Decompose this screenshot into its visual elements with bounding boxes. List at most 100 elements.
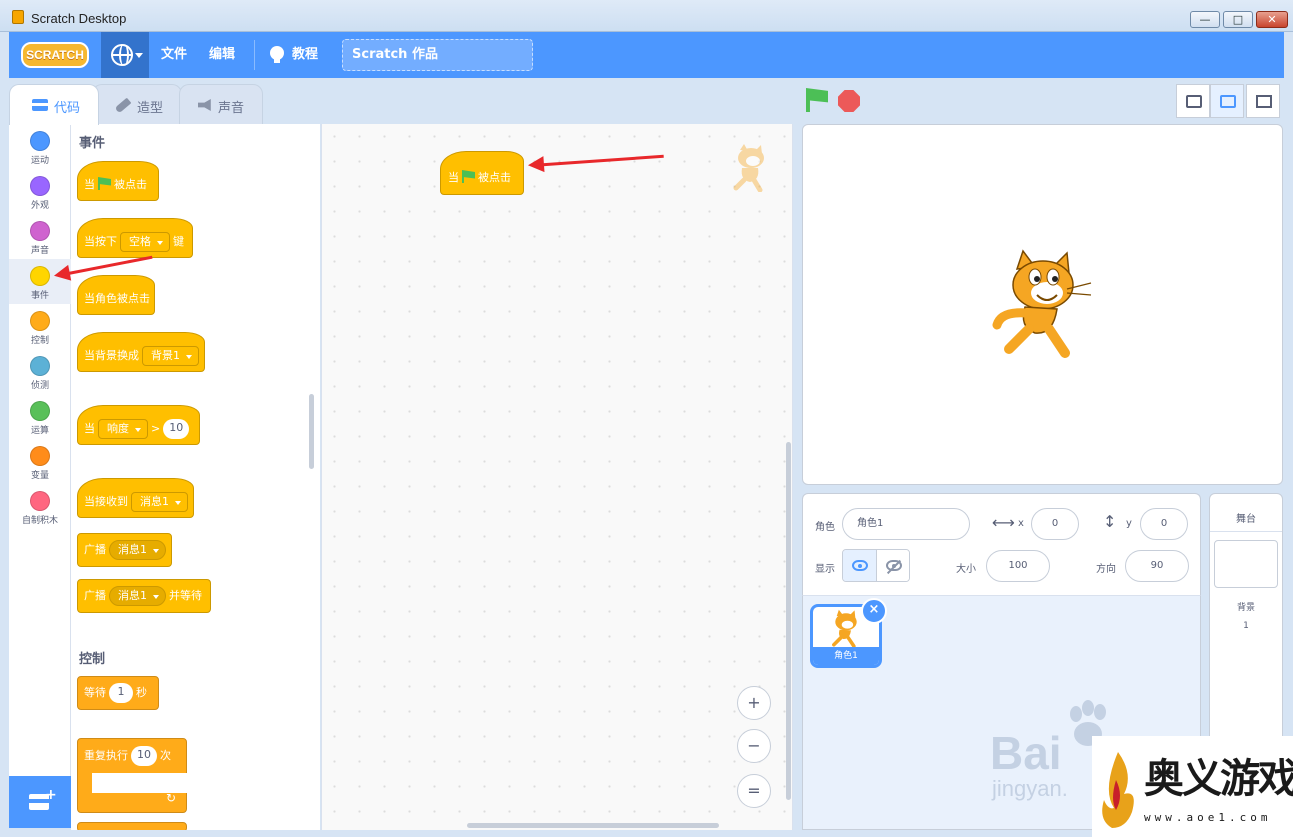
jingyan-text: jingyan.: [992, 776, 1068, 801]
seconds-input[interactable]: 1: [109, 683, 133, 703]
category-variables[interactable]: 变量: [9, 439, 71, 484]
category-dot: [30, 491, 50, 511]
baidu-text: Bai: [990, 727, 1062, 779]
category-sound[interactable]: 声音: [9, 214, 71, 259]
tab-sounds[interactable]: 声音: [179, 84, 263, 124]
block-text: 次: [160, 749, 171, 762]
tutorials-menu[interactable]: 教程: [292, 32, 318, 78]
workspace-vertical-scrollbar[interactable]: [786, 442, 791, 800]
when-flag-clicked-block[interactable]: 当 被点击: [77, 161, 159, 201]
message-dropdown[interactable]: 消息1: [109, 586, 166, 606]
edit-menu[interactable]: 编辑: [209, 32, 235, 78]
wait-seconds-block[interactable]: 等待 1 秒: [77, 676, 159, 710]
cat-sprite[interactable]: [991, 249, 1095, 361]
category-label: 变量: [30, 471, 49, 481]
backdrops-label: 背景: [1236, 603, 1255, 613]
broadcast-and-wait-block[interactable]: 广播 消息1 并等待: [77, 579, 211, 613]
tab-costumes[interactable]: 造型: [92, 84, 182, 124]
broadcast-block[interactable]: 广播 消息1: [77, 533, 172, 567]
tab-code[interactable]: 代码: [9, 84, 99, 125]
tab-label: 声音: [218, 101, 245, 116]
when-key-pressed-block[interactable]: 当按下 空格键: [77, 218, 193, 258]
block-text: >: [151, 422, 161, 435]
message-dropdown[interactable]: 消息1: [109, 540, 166, 560]
palette-scrollbar[interactable]: [309, 394, 314, 469]
repeat-block[interactable]: 重复执行 10 次 ↻: [77, 738, 188, 813]
when-sprite-clicked-block[interactable]: 当角色被点击: [77, 275, 155, 315]
scratch-app-icon: [12, 10, 24, 24]
category-label: 声音: [30, 246, 49, 256]
menu-divider: [254, 40, 255, 70]
small-stage-button[interactable]: [1176, 84, 1210, 118]
scratch-logo[interactable]: SCRATCH: [21, 42, 89, 68]
y-arrow-icon: ↕: [1103, 512, 1117, 531]
add-extension-button[interactable]: +: [9, 776, 71, 828]
divider: [1210, 531, 1282, 532]
sensor-dropdown[interactable]: 响度: [98, 419, 148, 439]
key-dropdown[interactable]: 空格: [120, 232, 170, 252]
zoom-out-button[interactable]: −: [737, 729, 771, 763]
category-dot: [30, 446, 50, 466]
stage-canvas[interactable]: [802, 124, 1283, 485]
category-my-blocks[interactable]: 自制积木: [9, 484, 71, 529]
minimize-button[interactable]: —: [1190, 11, 1220, 28]
zoom-in-button[interactable]: +: [737, 686, 771, 720]
block-text: 键: [173, 235, 184, 248]
control-heading: 控制: [79, 652, 106, 667]
stop-button[interactable]: [838, 90, 860, 112]
maximize-button[interactable]: □: [1223, 11, 1253, 28]
delete-sprite-button[interactable]: [861, 598, 887, 624]
project-title-input[interactable]: Scratch 作品: [342, 39, 533, 71]
category-dot: [30, 356, 50, 376]
y-input[interactable]: 0: [1140, 508, 1188, 540]
hide-sprite-button[interactable]: [877, 550, 909, 581]
block-text: 重复执行: [84, 749, 128, 762]
flame-logo-icon: [1102, 752, 1134, 828]
script-workspace[interactable]: 当 被点击 + − =: [321, 124, 793, 830]
file-menu[interactable]: 文件: [161, 32, 187, 78]
green-flag-button[interactable]: [806, 88, 828, 112]
category-control[interactable]: 控制: [9, 304, 71, 349]
category-dot: [30, 311, 50, 331]
category-sensing[interactable]: 侦测: [9, 349, 71, 394]
direction-input[interactable]: 90: [1125, 550, 1189, 582]
window-title-bar: Scratch Desktop — □ ✕: [0, 0, 1293, 32]
eye-icon: [852, 560, 868, 571]
size-input[interactable]: 100: [986, 550, 1050, 582]
zoom-reset-button[interactable]: =: [737, 774, 771, 808]
backdrop-dropdown[interactable]: 背景1: [142, 346, 199, 366]
sprite-name-input[interactable]: 角色1: [842, 508, 970, 540]
block-text: 被点击: [478, 171, 511, 184]
close-icon: ✕: [1267, 13, 1277, 26]
fullscreen-icon: [1256, 95, 1272, 108]
forever-block[interactable]: [77, 822, 187, 830]
when-backdrop-switches-block[interactable]: 当背景换成 背景1: [77, 332, 205, 372]
workspace-horizontal-scrollbar[interactable]: [467, 823, 719, 828]
category-looks[interactable]: 外观: [9, 169, 71, 214]
category-label: 事件: [30, 291, 49, 301]
stage-title: 舞台: [1236, 514, 1256, 525]
show-sprite-button[interactable]: [843, 550, 877, 581]
close-button[interactable]: ✕: [1256, 11, 1288, 28]
large-stage-button[interactable]: [1210, 84, 1244, 118]
when-flag-clicked-script[interactable]: 当 被点击: [440, 151, 524, 195]
x-arrow-icon: ⟷: [992, 513, 1015, 532]
category-label: 自制积木: [21, 516, 58, 526]
repeat-count-input[interactable]: 10: [131, 746, 157, 766]
x-input[interactable]: 0: [1031, 508, 1079, 540]
sprite-name-label: 角色: [815, 522, 835, 533]
backdrop-thumbnail[interactable]: [1214, 540, 1278, 588]
category-dot: [30, 131, 50, 151]
sprite-info-panel: 角色 角色1 ⟷ x 0 ↕ y 0 显示 大小 100 方向 90: [802, 493, 1201, 595]
when-receive-block[interactable]: 当接收到 消息1: [77, 478, 194, 518]
loudness-input[interactable]: 10: [163, 419, 190, 439]
block-text: 当按下: [84, 235, 117, 248]
large-stage-icon: [1220, 95, 1236, 108]
message-dropdown[interactable]: 消息1: [131, 492, 188, 512]
language-menu-button[interactable]: [101, 32, 149, 78]
fullscreen-button[interactable]: [1246, 84, 1280, 118]
site-url: www.aoe1.com: [1144, 811, 1272, 824]
category-operators[interactable]: 运算: [9, 394, 71, 439]
when-loudness-block[interactable]: 当响度 >10: [77, 405, 200, 445]
category-motion[interactable]: 运动: [9, 124, 71, 169]
